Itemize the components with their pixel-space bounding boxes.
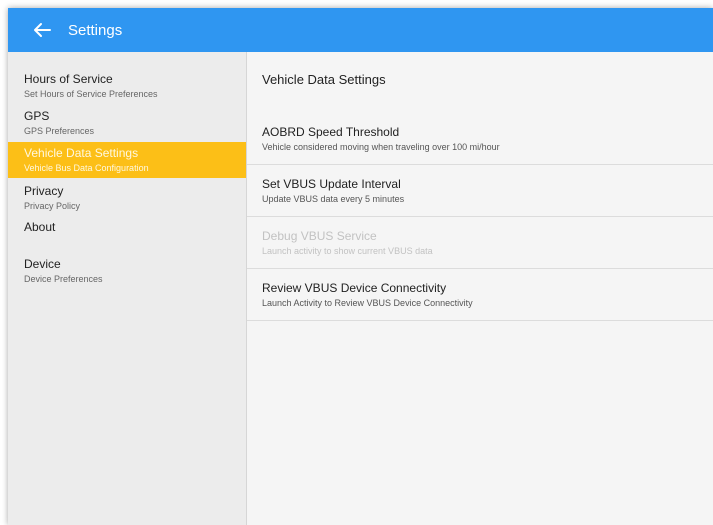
setting-description: Launch activity to show current VBUS dat… <box>262 246 433 256</box>
app-window: Settings Hours of Service Set Hours of S… <box>8 8 713 525</box>
page-title: Settings <box>68 22 123 39</box>
setting-description: Vehicle considered moving when traveling… <box>262 142 500 152</box>
sidebar-item-gps[interactable]: GPS GPS Preferences <box>8 105 246 141</box>
setting-label: Review VBUS Device Connectivity <box>262 281 447 295</box>
setting-label: Set VBUS Update Interval <box>262 177 401 191</box>
setting-label: AOBRD Speed Threshold <box>262 125 400 139</box>
setting-label: Debug VBUS Service <box>262 229 377 243</box>
sidebar-item-label: Hours of Service <box>24 72 113 86</box>
sidebar-item-vehicle-data-settings[interactable]: Vehicle Data Settings Vehicle Bus Data C… <box>8 142 246 178</box>
sidebar-item-subtitle: Privacy Policy <box>24 201 81 211</box>
settings-sidebar: Hours of Service Set Hours of Service Pr… <box>8 52 247 525</box>
settings-detail-pane: Vehicle Data Settings AOBRD Speed Thresh… <box>247 52 713 525</box>
app-bar: Settings <box>8 8 713 52</box>
sidebar-item-label: Privacy <box>24 184 64 198</box>
sidebar-item-label: Device <box>24 257 61 271</box>
sidebar-item-subtitle: Vehicle Bus Data Configuration <box>24 163 149 173</box>
sidebar-item-about[interactable]: About <box>8 216 246 252</box>
sidebar-item-device[interactable]: Device Device Preferences <box>8 253 246 289</box>
setting-description: Update VBUS data every 5 minutes <box>262 194 405 204</box>
sidebar-item-subtitle: GPS Preferences <box>24 126 95 136</box>
sidebar-item-subtitle: Set Hours of Service Preferences <box>24 89 158 99</box>
sidebar-item-label: Vehicle Data Settings <box>24 146 139 160</box>
sidebar-item-label: GPS <box>24 109 50 123</box>
aobrd-speed-threshold-item[interactable]: AOBRD Speed Threshold Vehicle considered… <box>247 112 713 165</box>
sidebar-item-label: About <box>24 220 56 234</box>
debug-vbus-service-item: Debug VBUS Service Launch activity to sh… <box>247 216 713 269</box>
sidebar-item-privacy[interactable]: Privacy Privacy Policy <box>8 180 246 216</box>
review-vbus-connectivity-item[interactable]: Review VBUS Device Connectivity Launch A… <box>247 268 713 321</box>
section-title: Vehicle Data Settings <box>262 72 386 87</box>
arrow-left-icon[interactable] <box>28 16 56 44</box>
sidebar-item-subtitle: Device Preferences <box>24 274 103 284</box>
vbus-update-interval-item[interactable]: Set VBUS Update Interval Update VBUS dat… <box>247 164 713 217</box>
setting-description: Launch Activity to Review VBUS Device Co… <box>262 298 473 308</box>
sidebar-item-hours-of-service[interactable]: Hours of Service Set Hours of Service Pr… <box>8 68 246 104</box>
